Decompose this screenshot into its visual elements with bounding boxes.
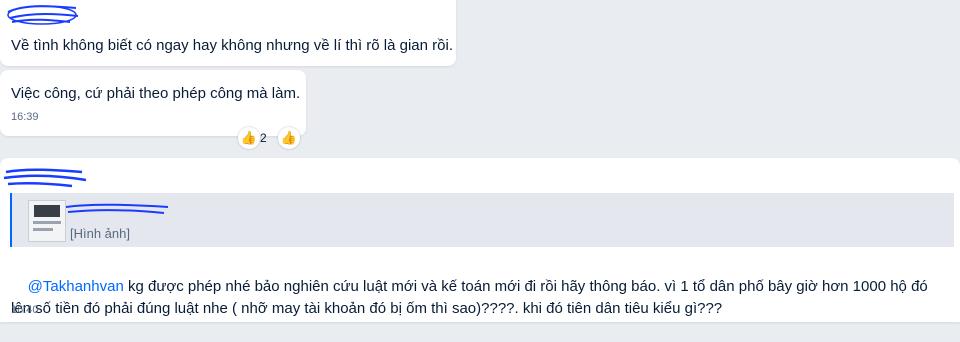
quoted-image-label: [Hình ảnh] — [70, 226, 130, 241]
thumbs-up-icon[interactable]: 👍 — [238, 127, 260, 149]
quoted-image-thumbnail — [28, 200, 66, 242]
message-bubble-2[interactable]: Việc công, cứ phải theo phép công mà làm… — [0, 70, 306, 136]
message-body: kg được phép nhé bảo nghiên cứu luật mới… — [11, 278, 932, 317]
message-time: 16:40 — [11, 304, 39, 316]
reaction-count: 2 — [260, 131, 267, 145]
add-reaction-thumbs-up-icon[interactable]: 👍 — [278, 127, 300, 149]
mention-link[interactable]: @Takhanhvan — [28, 278, 124, 295]
message-bubble-1[interactable]: Về tình không biết có ngay hay không như… — [0, 0, 456, 66]
quoted-message[interactable]: [Hình ảnh] — [10, 193, 954, 247]
redacted-quoted-sender — [65, 203, 169, 214]
redacted-sender-name — [3, 168, 87, 188]
message-time: 16:39 — [11, 111, 39, 123]
redacted-sender-name — [7, 5, 79, 25]
message-text: Việc công, cứ phải theo phép công mà làm… — [11, 85, 301, 102]
message-text: @Takhanhvan kg được phép nhé bảo nghiên … — [11, 254, 951, 342]
message-bubble-3[interactable]: [Hình ảnh] @Takhanhvan kg được phép nhé … — [0, 158, 960, 322]
message-text: Về tình không biết có ngay hay không như… — [11, 37, 453, 54]
